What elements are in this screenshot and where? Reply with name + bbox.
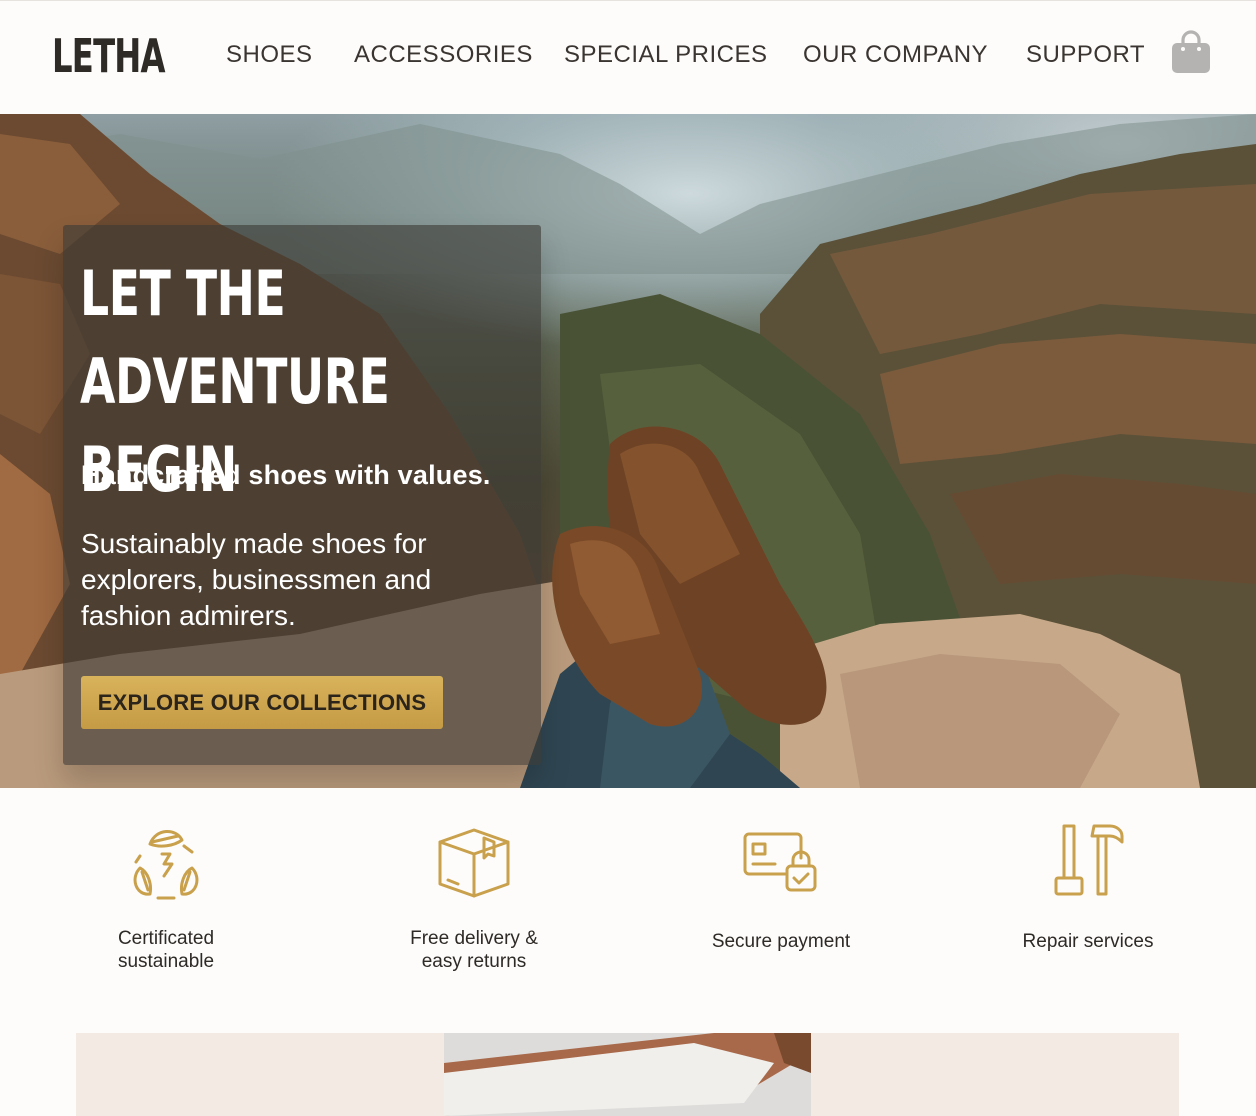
collection-card-left (76, 1033, 444, 1116)
recycle-leaf-icon (133, 830, 199, 900)
feature-label-repair: Repair services (1022, 931, 1154, 952)
collection-card-right (811, 1033, 1179, 1116)
package-box-icon (438, 828, 510, 898)
feature-delivery: Free delivery & easy returns (354, 822, 594, 973)
nav-item-our-company[interactable]: OUR COMPANY (803, 41, 988, 69)
shopping-bag-icon[interactable] (1170, 29, 1212, 75)
repair-tools-icon (1054, 824, 1124, 896)
feature-sustainable: Certificated sustainable (46, 822, 286, 973)
collection-image (444, 1033, 811, 1116)
nav-item-support[interactable]: SUPPORT (1026, 41, 1145, 69)
feature-payment: Secure payment (661, 822, 901, 953)
feature-label-delivery: Free delivery & easy returns (410, 928, 538, 972)
nav-item-shoes[interactable]: SHOES (226, 41, 313, 69)
feature-repair: Repair services (968, 822, 1208, 953)
hero-title-line-1: LET THE ADVENTURE (80, 257, 390, 418)
explore-collections-button[interactable]: EXPLORE OUR COLLECTIONS (81, 676, 443, 729)
site-header: LETHA SHOES ACCESSORIES SPECIAL PRICES O… (0, 0, 1256, 114)
hero-description: Sustainably made shoes for explorers, bu… (81, 528, 432, 631)
nav-item-special-prices[interactable]: SPECIAL PRICES (564, 41, 768, 69)
feature-label-payment: Secure payment (711, 931, 851, 952)
nav-item-accessories[interactable]: ACCESSORIES (354, 41, 533, 69)
secure-card-icon (743, 832, 817, 892)
hero-subtitle: Handcrafted shoes with values. (81, 460, 491, 490)
main-nav: SHOES ACCESSORIES SPECIAL PRICES OUR COM… (0, 41, 1256, 75)
leather-craft-image (444, 1033, 811, 1116)
feature-label-sustainable: Certificated sustainable (117, 928, 215, 972)
hero-banner: LET THE ADVENTURE BEGIN Handcrafted shoe… (0, 114, 1256, 788)
